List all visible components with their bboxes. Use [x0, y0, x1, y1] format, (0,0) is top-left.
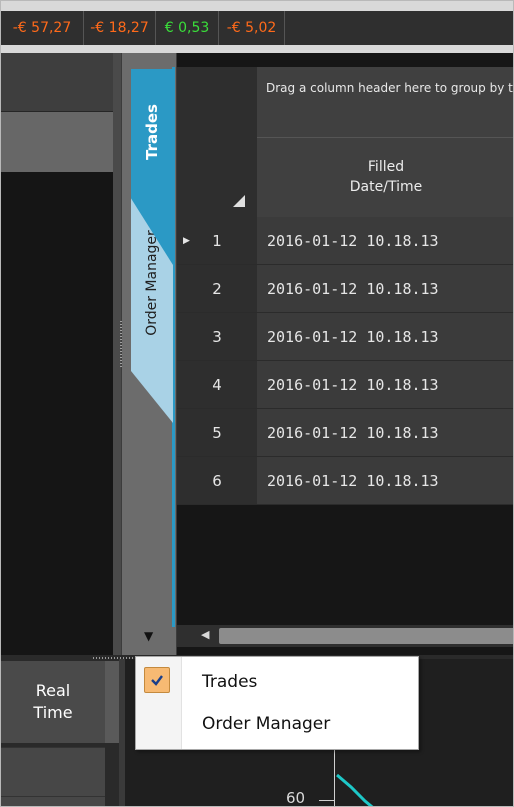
- check-icon: [144, 667, 170, 693]
- cell-filled-date-time[interactable]: 2016-01-12 10.18.13: [257, 265, 513, 312]
- column-header-row: Filled Date/Time: [177, 137, 513, 218]
- row-number: 2: [212, 279, 222, 298]
- row-indicator-header[interactable]: [177, 137, 258, 217]
- table-row[interactable]: 3 2016-01-12 10.18.13: [177, 313, 513, 361]
- row-indicator[interactable]: ▶ 1: [177, 217, 258, 264]
- column-header-label: Filled Date/Time: [349, 159, 423, 195]
- row-number: 5: [212, 423, 222, 442]
- trades-grid: Drag a column header here to group by th…: [177, 53, 513, 655]
- row-indicator[interactable]: 4: [177, 361, 258, 408]
- row-indicator[interactable]: 6: [177, 457, 258, 504]
- menu-item-label: Trades: [202, 672, 258, 692]
- cell-filled-date-time[interactable]: 2016-01-12 10.18.13: [257, 361, 513, 408]
- pnl-empty-cell: [285, 11, 513, 45]
- cell-filled-date-time[interactable]: 2016-01-12 10.18.13: [257, 313, 513, 360]
- menu-item-trades[interactable]: Trades: [136, 663, 418, 699]
- sort-triangle-icon: [233, 195, 245, 207]
- scrollbar-thumb[interactable]: [219, 628, 513, 644]
- lower-list-row[interactable]: [1, 747, 105, 796]
- real-time-label: Real Time: [33, 681, 73, 722]
- row-pointer-icon: ▶: [183, 235, 190, 246]
- group-by-panel[interactable]: Drag a column header here to group by th…: [177, 67, 513, 137]
- group-panel-corner: [177, 67, 258, 137]
- table-row[interactable]: 2 2016-01-12 10.18.13: [177, 265, 513, 313]
- grid-rows: ▶ 1 2016-01-12 10.18.13 2 2016-01-12 10.…: [177, 217, 513, 505]
- lower-list-row[interactable]: [1, 796, 105, 806]
- application-window: -€ 57,27 -€ 18,27 € 0,53 -€ 5,02 Order M…: [0, 0, 514, 807]
- table-row[interactable]: ▶ 1 2016-01-12 10.18.13: [177, 217, 513, 265]
- cell-filled-date-time[interactable]: 2016-01-12 10.18.13: [257, 217, 513, 264]
- cell-filled-date-time[interactable]: 2016-01-12 10.18.13: [257, 457, 513, 504]
- left-panel: [1, 53, 121, 655]
- pnl-value: € 0,53: [156, 11, 219, 45]
- real-time-button[interactable]: Real Time: [1, 661, 105, 743]
- table-row[interactable]: 5 2016-01-12 10.18.13: [177, 409, 513, 457]
- pnl-value: -€ 5,02: [219, 11, 285, 45]
- tab-visibility-menu: Trades Order Manager: [135, 656, 419, 750]
- column-header-filled-date-time[interactable]: Filled Date/Time: [257, 137, 513, 218]
- left-panel-subheader: [1, 112, 121, 172]
- row-indicator[interactable]: 2: [177, 265, 258, 312]
- side-tab-strip: Order Manager Trades ▼: [122, 53, 176, 655]
- pnl-value: -€ 18,27: [84, 11, 156, 45]
- row-number: 4: [212, 375, 222, 394]
- left-panel-header: [1, 53, 121, 112]
- pnl-value: -€ 57,27: [1, 11, 84, 45]
- menu-item-label: Order Manager: [202, 714, 331, 734]
- cell-filled-date-time[interactable]: 2016-01-12 10.18.13: [257, 409, 513, 456]
- chart-y-tick-label: 60: [286, 789, 306, 807]
- horizontal-scrollbar[interactable]: ◀: [177, 625, 513, 647]
- group-panel-hint: Drag a column header here to group by th…: [257, 67, 513, 137]
- tab-trades-label: Trades: [143, 104, 162, 160]
- table-row[interactable]: 6 2016-01-12 10.18.13: [177, 457, 513, 505]
- row-number: 6: [212, 471, 222, 490]
- pnl-strip: -€ 57,27 -€ 18,27 € 0,53 -€ 5,02: [1, 1, 513, 53]
- row-number: 1: [212, 231, 222, 250]
- chart-price-line: [336, 773, 374, 806]
- caret-down-icon[interactable]: ▼: [144, 629, 153, 643]
- scroll-left-arrow-icon[interactable]: ◀: [201, 628, 209, 641]
- tab-order-manager-label: Order Manager: [144, 230, 161, 336]
- row-indicator[interactable]: 5: [177, 409, 258, 456]
- table-row[interactable]: 4 2016-01-12 10.18.13: [177, 361, 513, 409]
- menu-item-order-manager[interactable]: Order Manager: [136, 705, 418, 741]
- row-number: 3: [212, 327, 222, 346]
- row-indicator[interactable]: 3: [177, 313, 258, 360]
